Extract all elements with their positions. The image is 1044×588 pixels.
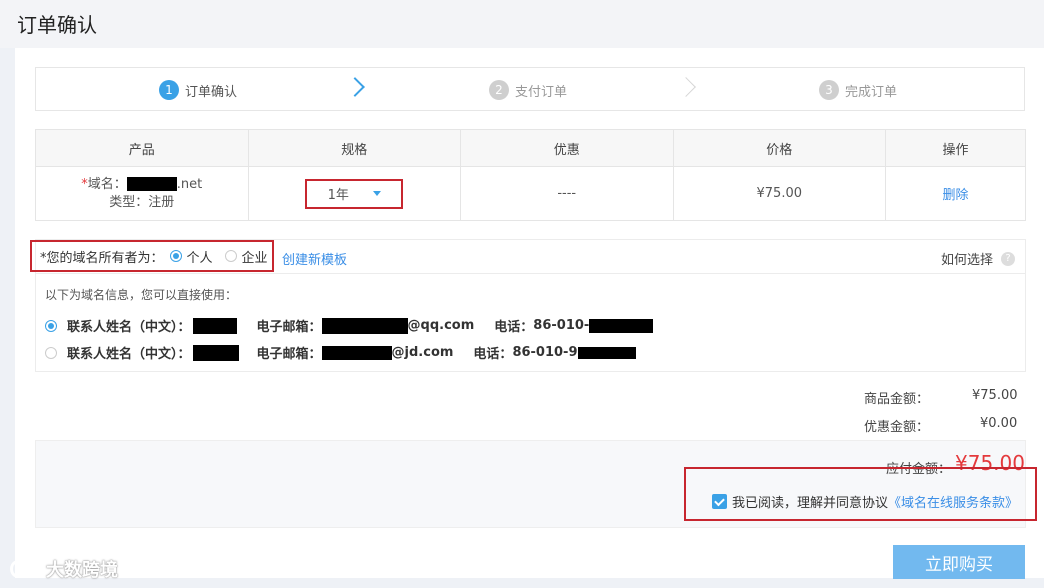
contact-email-suffix: @jd.com xyxy=(391,345,454,360)
goods-amount-label: 商品金额： xyxy=(864,392,930,407)
product-cell: *域名： .net 类型：注册 xyxy=(35,166,249,221)
contact-phone-label: 电话： xyxy=(473,347,513,362)
agreement-link[interactable]: 《域名在线服务条款》 xyxy=(888,492,1018,511)
col-product: 产品 xyxy=(35,129,249,167)
watermark-text: 大数跨境 xyxy=(46,560,118,581)
step-pay-order: 2 支付订单 xyxy=(489,80,567,100)
spec-select[interactable]: 1年 xyxy=(305,178,404,209)
step-label: 支付订单 xyxy=(515,84,568,100)
spec-value: 1年 xyxy=(327,188,349,203)
owner-label: *您的域名所有者为： xyxy=(40,250,164,266)
watermark: 大数跨境 xyxy=(8,556,118,582)
contact-option-2[interactable]: 联系人姓名（中文）： 电子邮箱： @jd.com 电话： 86-010-9 xyxy=(45,343,636,362)
contact-option-1[interactable]: 联系人姓名（中文）： 电子邮箱： @qq.com 电话： 86-010- xyxy=(45,316,654,335)
owner-section: *您的域名所有者为： 个人 企业 创建新模板 如何选择 ? 以下为域名信息，您可… xyxy=(30,239,1026,372)
discount-amount-label: 优惠金额： xyxy=(864,420,930,435)
contact-phone-prefix: 86-010-9 xyxy=(512,345,578,360)
owner-bar: *您的域名所有者为： 个人 企业 创建新模板 如何选择 ? xyxy=(30,240,1025,274)
step-number: 3 xyxy=(819,80,839,100)
page-title: 订单确认 xyxy=(17,13,97,37)
info-hint: 以下为域名信息，您可以直接使用： xyxy=(45,288,238,302)
table-header-row: 产品 规格 优惠 价格 操作 xyxy=(35,129,1026,167)
agreement-row[interactable]: 我已阅读，理解并同意协议 《域名在线服务条款》 xyxy=(712,492,1018,511)
contact-name-label: 联系人姓名（中文）： xyxy=(67,320,191,335)
product-table: 产品 规格 优惠 价格 操作 *域名： .net 类型：注册 1年 ---- ¥7… xyxy=(35,129,1026,221)
buy-now-button[interactable]: 立即购买 xyxy=(893,545,1025,579)
discount-cell: ---- xyxy=(460,166,674,221)
spec-cell: 1年 xyxy=(247,166,461,221)
contact-phone-label: 电话： xyxy=(494,320,534,335)
question-icon: ? xyxy=(1001,251,1015,266)
redacted-block xyxy=(126,177,177,191)
redacted-block xyxy=(321,317,408,334)
redacted-block xyxy=(321,345,392,360)
redacted-block xyxy=(589,318,654,333)
progress-steps: 1 订单确认 2 支付订单 3 完成订单 xyxy=(35,67,1025,111)
discount-amount-value: ¥0.00 xyxy=(980,416,1018,431)
redacted-block xyxy=(192,317,237,334)
contact-radio[interactable] xyxy=(45,319,57,332)
price-cell: ¥75.00 xyxy=(672,166,886,221)
agreement-checkbox[interactable] xyxy=(712,494,727,509)
col-discount: 优惠 xyxy=(460,129,674,167)
option-personal[interactable]: 个人 xyxy=(187,247,213,266)
goods-amount-value: ¥75.00 xyxy=(972,388,1018,403)
radio-enterprise[interactable] xyxy=(224,250,237,262)
radio-personal[interactable] xyxy=(169,250,182,262)
how-to-choose[interactable]: 如何选择 ? xyxy=(941,249,1015,268)
caret-down-icon xyxy=(372,191,381,196)
contact-email-label: 电子邮箱： xyxy=(256,320,322,335)
contact-email-label: 电子邮箱： xyxy=(256,347,322,362)
watermark-logo-icon xyxy=(10,560,41,578)
step-number: 1 xyxy=(159,80,179,100)
col-action: 操作 xyxy=(885,129,1026,167)
chevron-right-icon xyxy=(345,77,365,97)
create-template-link[interactable]: 创建新模板 xyxy=(282,249,347,268)
table-row: *域名： .net 类型：注册 1年 ---- ¥75.00 删除 xyxy=(35,166,1026,221)
step-order-confirm: 1 订单确认 xyxy=(159,80,237,100)
contact-phone-prefix: 86-010- xyxy=(533,318,590,333)
action-cell: 删除 xyxy=(885,166,1026,221)
delete-link[interactable]: 删除 xyxy=(942,188,968,203)
step-complete-order: 3 完成订单 xyxy=(819,80,897,100)
redacted-block xyxy=(577,346,636,359)
step-label: 订单确认 xyxy=(185,84,238,100)
redacted-block xyxy=(192,344,239,361)
col-price: 价格 xyxy=(672,129,886,167)
step-number: 2 xyxy=(489,80,509,100)
option-enterprise[interactable]: 企业 xyxy=(242,247,268,266)
col-spec: 规格 xyxy=(247,129,461,167)
agreement-text: 我已阅读，理解并同意协议 xyxy=(732,496,889,511)
chevron-right-icon xyxy=(676,77,696,97)
contact-email-suffix: @qq.com xyxy=(407,318,475,333)
contact-radio[interactable] xyxy=(45,346,57,359)
step-label: 完成订单 xyxy=(845,84,898,100)
owner-type-selector: *您的域名所有者为： 个人 企业 xyxy=(30,240,274,272)
product-type: 类型：注册 xyxy=(109,194,175,210)
domain-line: *域名： .net xyxy=(81,176,203,192)
contact-name-label: 联系人姓名（中文）： xyxy=(67,347,191,362)
page-header: 订单确认 xyxy=(0,0,1044,48)
